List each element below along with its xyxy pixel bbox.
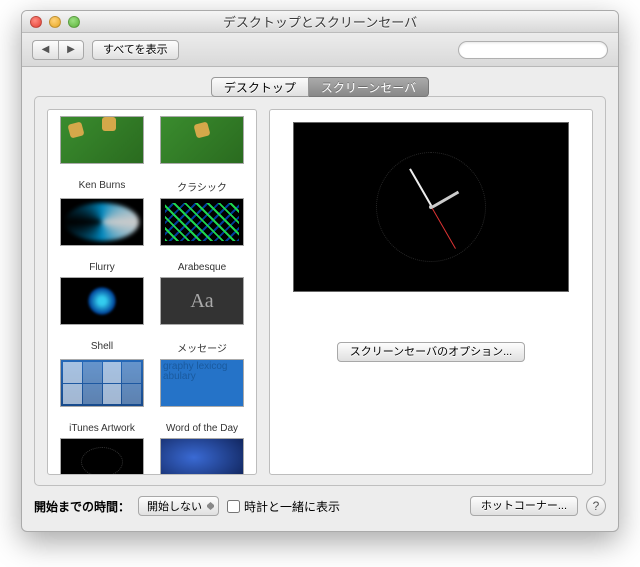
titlebar: デスクトップとスクリーンセーバ: [22, 11, 618, 33]
forward-button[interactable]: ▶: [58, 40, 84, 60]
nav-buttons: ◀ ▶: [32, 40, 84, 60]
saver-item[interactable]: ランダム: [154, 438, 250, 474]
saver-item[interactable]: Arabesque: [154, 198, 250, 273]
saver-item[interactable]: Analog Clock: [54, 438, 150, 474]
saver-thumbnail: Aa: [160, 277, 244, 325]
preview: [293, 122, 569, 292]
saver-thumbnail: [60, 438, 144, 474]
tab-desktop[interactable]: デスクトップ: [211, 77, 309, 97]
split: Ken Burns クラシック Flurry Arabesque Shell Aa メッセー…: [47, 109, 593, 475]
saver-thumbnail: graphy lexicog abulary: [160, 359, 244, 407]
saver-thumbnail: [60, 198, 144, 246]
saver-item[interactable]: Aa メッセージ: [154, 277, 250, 355]
search-field[interactable]: [458, 41, 608, 59]
saver-item[interactable]: Ken Burns: [54, 116, 150, 194]
saver-thumbnail: [160, 438, 244, 474]
saver-label: Word of the Day: [166, 423, 238, 434]
screensaver-options-button[interactable]: スクリーンセーバのオプション...: [337, 342, 526, 362]
saver-label: Shell: [91, 341, 113, 352]
start-after-select[interactable]: 開始しない: [138, 496, 219, 516]
saver-label: Flurry: [89, 262, 115, 273]
preview-box: スクリーンセーバのオプション...: [269, 109, 593, 475]
saver-item[interactable]: Flurry: [54, 198, 150, 273]
toolbar: ◀ ▶ すべてを表示: [22, 33, 618, 67]
back-button[interactable]: ◀: [32, 40, 58, 60]
saver-item[interactable]: graphy lexicog abulary Word of the Day: [154, 359, 250, 434]
tab-screensaver[interactable]: スクリーンセーバ: [309, 77, 429, 97]
saver-label: Ken Burns: [79, 180, 126, 191]
saver-label: クラシック: [177, 179, 227, 194]
saver-thumbnail: [160, 198, 244, 246]
show-with-clock-checkbox[interactable]: 時計と一緒に表示: [227, 498, 340, 515]
checkbox-input[interactable]: [227, 500, 240, 513]
saver-thumbnail: [60, 116, 144, 164]
saver-item[interactable]: iTunes Artwork: [54, 359, 150, 434]
saver-label: Arabesque: [178, 262, 226, 273]
saver-list[interactable]: Ken Burns クラシック Flurry Arabesque Shell Aa メッセー…: [47, 109, 257, 475]
saver-thumbnail: [60, 277, 144, 325]
preferences-window: デスクトップとスクリーンセーバ ◀ ▶ すべてを表示 デスクトップ スクリーンセ…: [21, 10, 619, 532]
checkbox-label: 時計と一緒に表示: [244, 498, 340, 515]
show-all-button[interactable]: すべてを表示: [92, 40, 179, 60]
help-button[interactable]: ?: [586, 496, 606, 516]
start-after-label: 開始までの時間：: [34, 498, 130, 515]
saver-item[interactable]: Shell: [54, 277, 150, 355]
tab-bar: デスクトップ スクリーンセーバ: [34, 77, 606, 97]
tab-panel: Ken Burns クラシック Flurry Arabesque Shell Aa メッセー…: [34, 96, 606, 486]
saver-label: iTunes Artwork: [69, 423, 135, 434]
analog-clock-icon: [376, 152, 486, 262]
saver-item[interactable]: クラシック: [154, 116, 250, 194]
saver-thumbnail: [60, 359, 144, 407]
content: デスクトップ スクリーンセーバ Ken Burns クラシック Flurry Arab…: [22, 67, 618, 486]
bottom-row: 開始までの時間： 開始しない 時計と一緒に表示 ホットコーナー... ?: [22, 486, 618, 528]
saver-label: メッセージ: [177, 340, 227, 355]
saver-thumbnail: [160, 116, 244, 164]
hot-corners-button[interactable]: ホットコーナー...: [470, 496, 578, 516]
window-title: デスクトップとスクリーンセーバ: [22, 12, 618, 31]
search-input[interactable]: [469, 44, 611, 56]
